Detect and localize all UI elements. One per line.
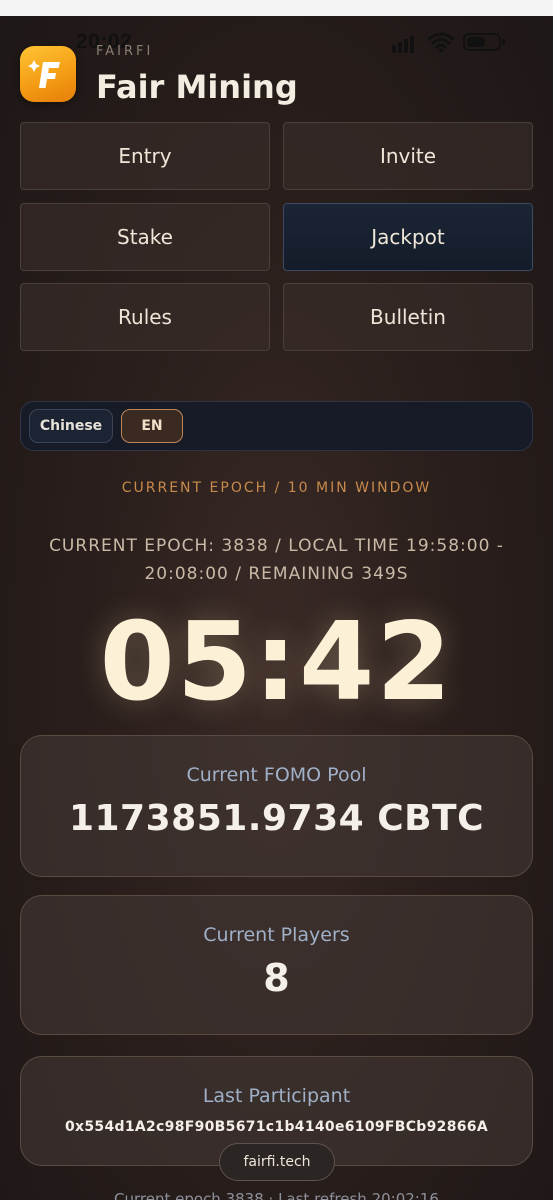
brand-name: FAIRFI — [96, 44, 154, 59]
fomo-pool-value: 1173851.9734 CBTC — [68, 798, 485, 839]
epoch-info: CURRENT EPOCH: 3838 / LOCAL TIME 19:58:0… — [49, 536, 504, 584]
signal-icon — [392, 34, 416, 53]
page-title: Fair Mining — [96, 68, 298, 106]
fomo-pool-label: Current FOMO Pool — [186, 764, 367, 786]
players-label: Current Players — [203, 924, 350, 946]
site-url-pill[interactable]: fairfi.tech — [219, 1143, 335, 1181]
nav-stake-button[interactable]: Stake — [20, 203, 270, 271]
nav-rules-button[interactable]: Rules — [20, 283, 270, 351]
battery-icon — [463, 33, 505, 51]
players-value: 8 — [263, 956, 290, 1000]
top-strip — [0, 0, 553, 16]
footer-status: Current epoch 3838 · Last refresh 20:02:… — [114, 1190, 439, 1200]
language-switcher: Chinese EN — [20, 401, 533, 451]
app-logo — [20, 46, 76, 102]
epoch-heading: CURRENT EPOCH / 10 MIN WINDOW — [121, 480, 432, 496]
players-card: Current Players 8 — [20, 895, 533, 1035]
nav-entry-button[interactable]: Entry — [20, 122, 270, 190]
nav-bulletin-button[interactable]: Bulletin — [283, 283, 533, 351]
lang-chinese-button[interactable]: Chinese — [29, 409, 113, 443]
status-bar: 20:02 — [0, 16, 553, 56]
last-participant-address: 0x554d1A2c98F90B5671c1b4140e6109FBCb9286… — [65, 1119, 488, 1135]
nav-jackpot-button[interactable]: Jackpot — [283, 203, 533, 271]
last-participant-label: Last Participant — [202, 1085, 351, 1107]
countdown-timer: 05:42 — [99, 600, 454, 725]
wifi-icon — [428, 32, 454, 53]
fomo-pool-card: Current FOMO Pool 1173851.9734 CBTC — [20, 735, 533, 877]
lang-en-button[interactable]: EN — [121, 409, 183, 443]
nav-invite-button[interactable]: Invite — [283, 122, 533, 190]
